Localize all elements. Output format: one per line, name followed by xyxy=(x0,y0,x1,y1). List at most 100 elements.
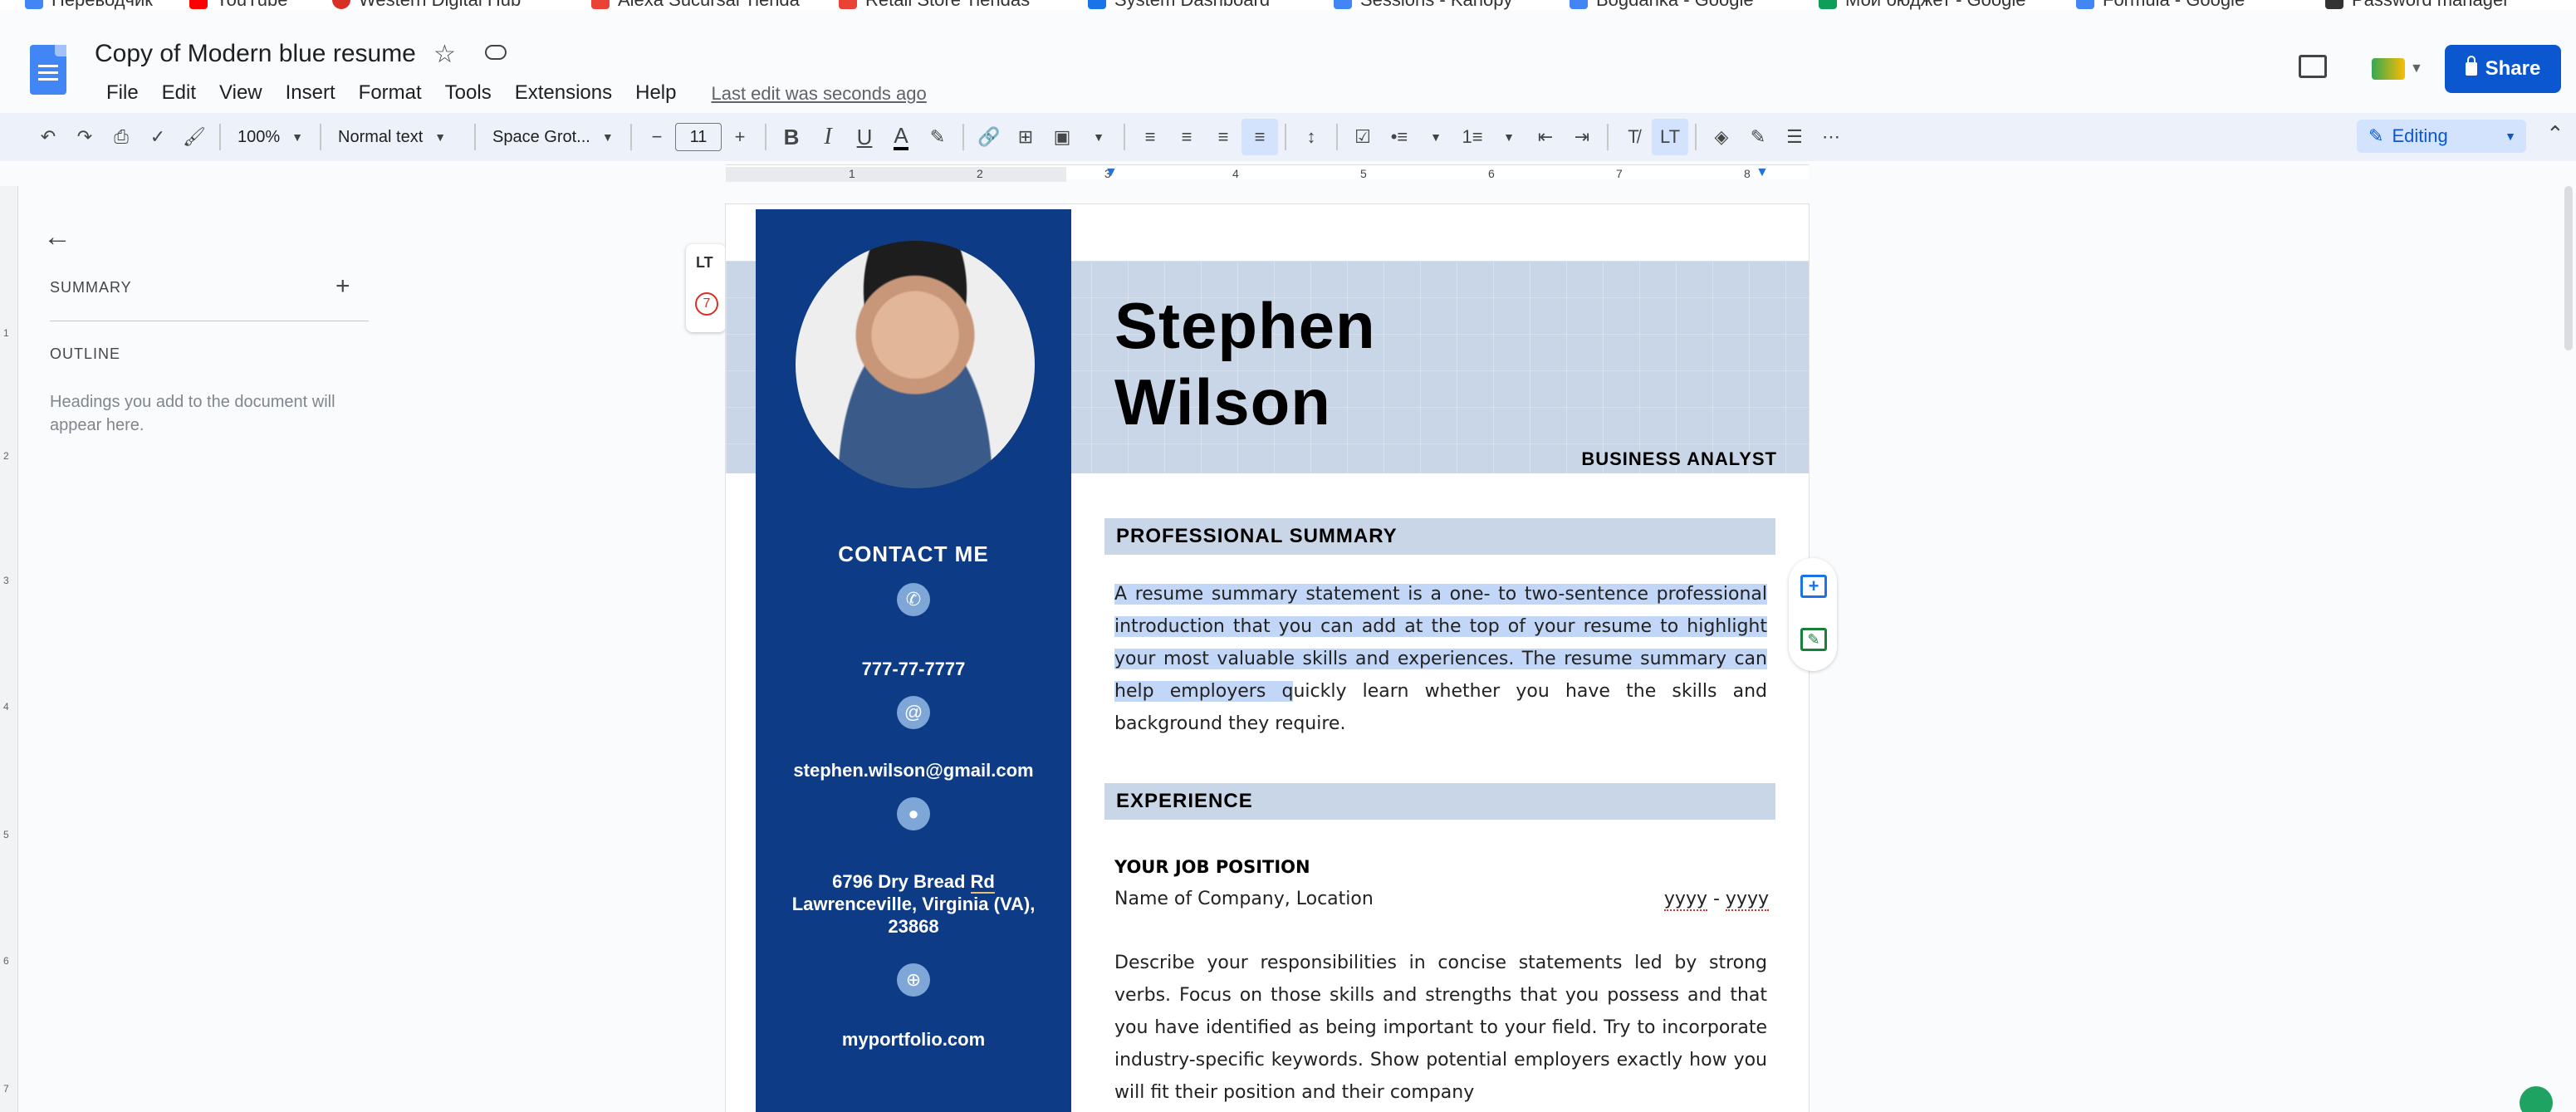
chevron-down-icon[interactable]: ▼ xyxy=(1080,119,1117,155)
italic-button[interactable]: I xyxy=(810,119,846,155)
horizontal-ruler[interactable]: 1 2 3 4 5 6 7 8 ▼ ▼ xyxy=(726,164,1809,182)
email-icon: @ xyxy=(897,696,930,729)
line-spacing-icon[interactable]: ↕ xyxy=(1293,119,1330,155)
add-summary-button[interactable]: + xyxy=(335,272,350,301)
menu-format[interactable]: Format xyxy=(347,78,433,108)
document-page[interactable]: CONTACT ME ✆ 777-77-7777 @ stephen.wilso… xyxy=(726,204,1809,1112)
last-name: Wilson xyxy=(1114,365,1331,438)
languagetool-logo-icon[interactable]: LT xyxy=(696,254,713,272)
menu-file[interactable]: File xyxy=(95,78,150,108)
border-width-icon[interactable]: ☰ xyxy=(1776,119,1813,155)
chevron-up-icon[interactable]: ⌃ xyxy=(2546,121,2564,147)
title-bar: Copy of Modern blue resume ☆ File Edit V… xyxy=(0,10,2576,113)
align-justify-icon[interactable]: ≡ xyxy=(1241,119,1279,155)
align-left-icon[interactable]: ≡ xyxy=(1132,119,1168,155)
add-comment-icon[interactable]: ⊞ xyxy=(1007,119,1044,155)
increase-font-size-button[interactable]: + xyxy=(722,119,758,155)
date-start: yyyy xyxy=(1663,889,1707,911)
doc-title[interactable]: Copy of Modern blue resume xyxy=(95,40,416,68)
align-center-icon[interactable]: ≡ xyxy=(1168,119,1205,155)
meet-icon[interactable] xyxy=(2372,58,2405,80)
bold-button[interactable]: B xyxy=(773,119,810,155)
chevron-down-icon: ▼ xyxy=(434,130,447,144)
style-select[interactable]: Normal text ▼ xyxy=(328,128,468,147)
numbered-list-icon[interactable]: 1≡ xyxy=(1454,119,1491,155)
star-icon[interactable]: ☆ xyxy=(433,40,456,69)
border-color-icon[interactable]: ✎ xyxy=(1740,119,1776,155)
zoom-select[interactable]: 100% ▼ xyxy=(228,128,313,147)
menu-tools[interactable]: Tools xyxy=(433,78,503,108)
divider xyxy=(765,124,767,150)
highlight-icon[interactable]: ✎ xyxy=(919,119,956,155)
redo-icon[interactable]: ↷ xyxy=(66,119,103,155)
bookmark[interactable]: Western Digital Hub xyxy=(332,0,521,10)
increase-indent-icon[interactable]: ⇥ xyxy=(1564,119,1600,155)
scrollbar-thumb[interactable] xyxy=(2564,186,2573,350)
chevron-down-icon[interactable]: ▼ xyxy=(1418,119,1454,155)
clear-formatting-icon[interactable]: T̸ xyxy=(1615,119,1652,155)
share-button[interactable]: Share xyxy=(2445,45,2561,93)
languagetool-issue-count[interactable]: 7 xyxy=(695,292,718,316)
ruler-number: 6 xyxy=(1488,167,1495,180)
paint-format-icon[interactable]: 🖌 xyxy=(176,119,213,155)
editing-mode-select[interactable]: ✎ Editing ▼ xyxy=(2357,120,2526,153)
bookmark[interactable]: Retail Store Tiendas xyxy=(839,0,1030,10)
vertical-ruler[interactable]: 1 2 3 4 5 6 7 xyxy=(0,186,18,1112)
bookmark[interactable]: Sessions - Kanopy xyxy=(1334,0,1512,10)
profile-photo[interactable] xyxy=(796,241,1035,488)
divider xyxy=(1336,124,1339,150)
back-arrow-icon[interactable]: ← xyxy=(43,221,71,253)
insert-image-icon[interactable]: ▣ xyxy=(1044,119,1080,155)
font-select[interactable]: Space Grot... ▼ xyxy=(482,128,624,147)
decrease-font-size-button[interactable]: − xyxy=(639,119,675,155)
bookmark[interactable]: Переводчик xyxy=(25,0,153,10)
bookmark[interactable]: Bogdanka - Google xyxy=(1570,0,1754,10)
checklist-icon[interactable]: ☑ xyxy=(1344,119,1381,155)
bookmark[interactable]: Мой бюджет - Google xyxy=(1819,0,2025,10)
bookmark[interactable]: Password manager xyxy=(2325,0,2510,10)
decrease-indent-icon[interactable]: ⇤ xyxy=(1527,119,1564,155)
site-icon xyxy=(1088,0,1106,9)
menu-insert[interactable]: Insert xyxy=(274,78,347,108)
link-icon[interactable]: 🔗 xyxy=(971,119,1007,155)
undo-icon[interactable]: ↶ xyxy=(30,119,66,155)
comment-history-icon[interactable] xyxy=(2299,55,2327,78)
bookmark[interactable]: YouTube xyxy=(189,0,287,10)
globe-icon: ⊕ xyxy=(897,963,930,997)
bookmark[interactable]: Alexa Sucursal Tienda xyxy=(591,0,800,10)
job-position: YOUR JOB POSITION xyxy=(1114,857,1310,877)
languagetool-icon[interactable]: LT xyxy=(1652,119,1689,155)
bulleted-list-icon[interactable]: •≡ xyxy=(1381,119,1418,155)
font-size-input[interactable]: 11 xyxy=(675,123,722,151)
border-dash-icon[interactable]: ⋯ xyxy=(1813,119,1849,155)
last-edit-link[interactable]: Last edit was seconds ago xyxy=(711,78,926,108)
menu-view[interactable]: View xyxy=(208,78,274,108)
bookmark[interactable]: Formula - Google xyxy=(2076,0,2245,10)
text-color-button[interactable]: A xyxy=(883,119,919,155)
menu-help[interactable]: Help xyxy=(624,78,688,108)
fill-color-icon[interactable]: ◈ xyxy=(1703,119,1740,155)
divider xyxy=(1124,124,1126,150)
add-comment-icon[interactable]: + xyxy=(1800,575,1827,598)
right-indent-marker-icon[interactable]: ▼ xyxy=(1756,165,1769,180)
bookmark[interactable]: System Dashboard xyxy=(1088,0,1270,10)
summary-paragraph[interactable]: A resume summary statement is a one- to … xyxy=(1114,578,1767,740)
ruler-number: 2 xyxy=(3,450,9,462)
menu-edit[interactable]: Edit xyxy=(150,78,208,108)
menu-extensions[interactable]: Extensions xyxy=(503,78,624,108)
site-icon xyxy=(1570,0,1588,9)
chevron-down-icon[interactable]: ▼ xyxy=(1491,119,1527,155)
chevron-down-icon[interactable]: ▼ xyxy=(2410,61,2423,76)
grammar-assistant-icon[interactable] xyxy=(2520,1086,2553,1112)
indent-marker-icon[interactable]: ▼ xyxy=(1104,165,1118,180)
spellcheck-icon[interactable]: ✓ xyxy=(140,119,176,155)
languagetool-card[interactable]: LT 7 xyxy=(686,244,726,332)
cloud-icon[interactable] xyxy=(485,45,507,60)
print-icon[interactable]: ⎙ xyxy=(103,119,140,155)
horizontal-ruler-area: 1 2 3 4 5 6 7 8 ▼ ▼ xyxy=(0,163,2576,183)
suggest-edit-icon[interactable]: ✎ xyxy=(1800,628,1827,651)
docs-logo-icon[interactable] xyxy=(30,45,66,95)
align-right-icon[interactable]: ≡ xyxy=(1205,119,1241,155)
underline-button[interactable]: U xyxy=(846,119,883,155)
job-description[interactable]: Describe your responsibilities in concis… xyxy=(1114,947,1767,1109)
